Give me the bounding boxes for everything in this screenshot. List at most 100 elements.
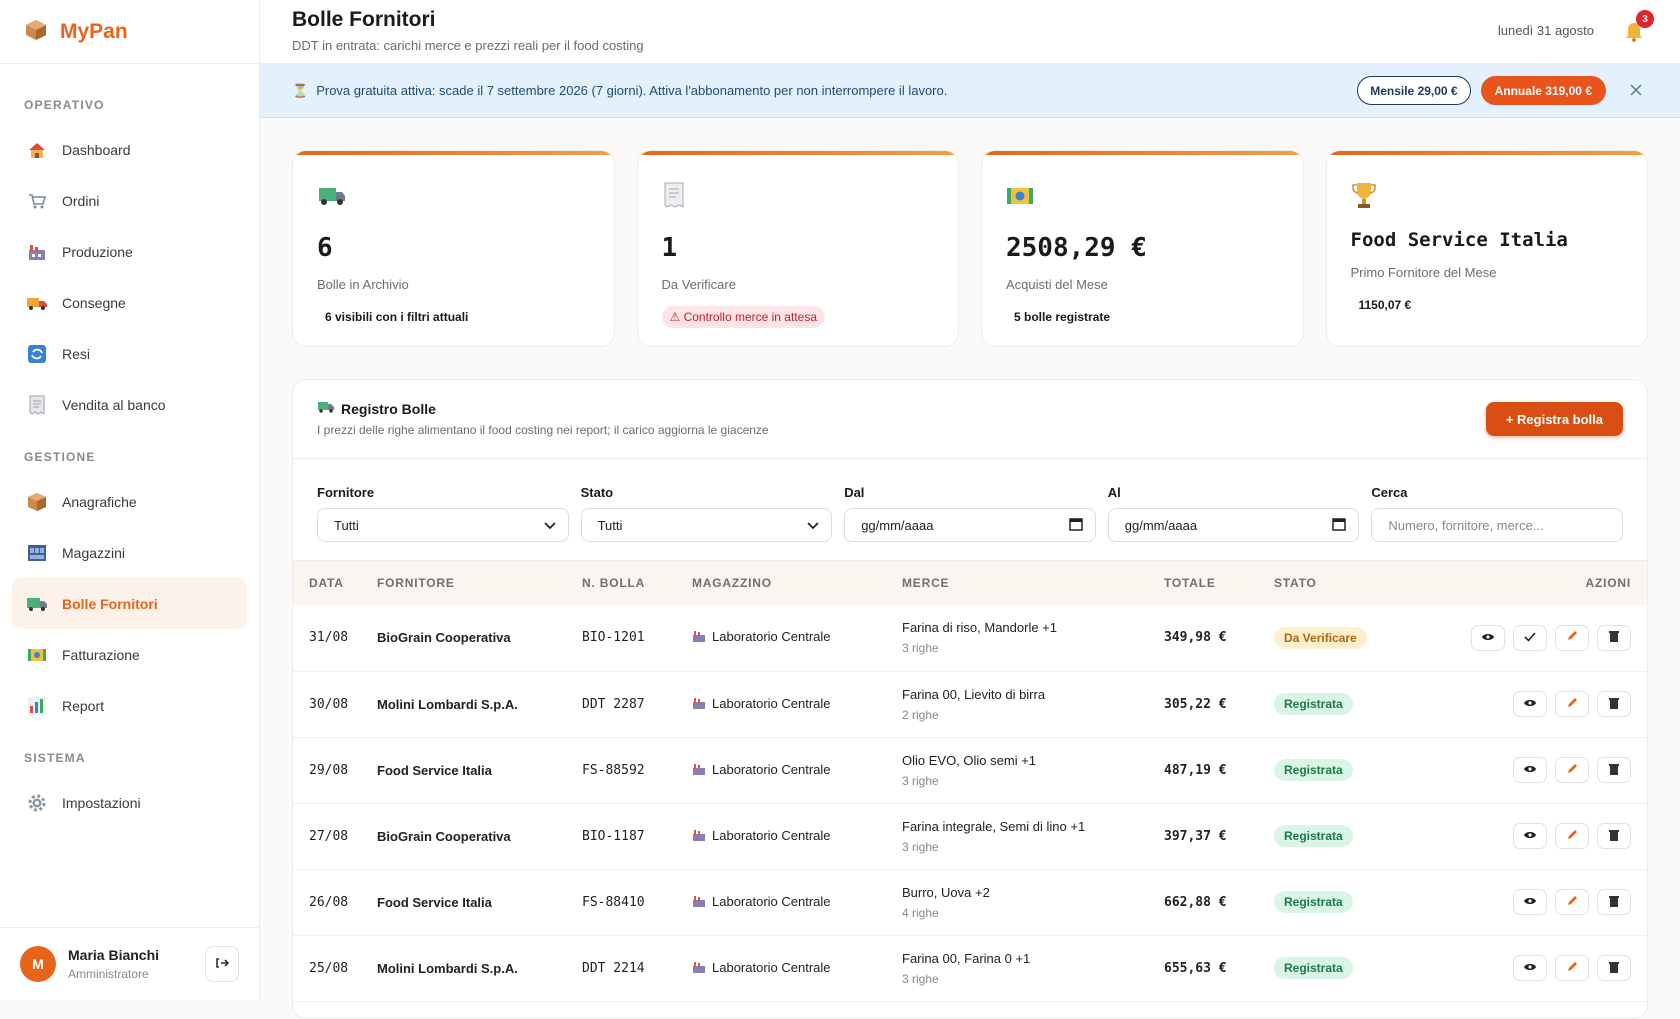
kpi-value: 1 [661, 233, 678, 263]
dal-date-input[interactable]: gg/mm/aaaa [844, 508, 1096, 542]
cell-actions [1454, 869, 1647, 936]
cell-supplier: BioGrain Cooperativa [377, 605, 582, 672]
sidebar-item-report[interactable]: Report [12, 680, 247, 731]
user-role: Amministratore [68, 967, 149, 981]
col-numero[interactable]: N. BOLLA [582, 561, 692, 605]
calendar-icon [1332, 517, 1347, 534]
goods-lines: 3 righe [902, 773, 939, 788]
date-placeholder: gg/mm/aaaa [1124, 517, 1198, 533]
cell-total: 349,98 € [1164, 605, 1274, 672]
house-icon [26, 139, 48, 161]
kpi-label: Bolle in Archivio [317, 277, 409, 292]
table-row[interactable]: 25/08 Molini Lombardi S.p.A. DDT 2214 La… [293, 935, 1647, 1002]
notifications-button[interactable]: 3 [1622, 10, 1654, 46]
edit-button[interactable] [1555, 691, 1589, 717]
kpi-acquisti-mese: 2508,29 € Acquisti del Mese 5 bolle regi… [981, 150, 1304, 347]
cell-status: Registrata [1274, 671, 1454, 738]
col-magazzino[interactable]: MAGAZZINO [692, 561, 902, 605]
close-banner-button[interactable] [1624, 79, 1648, 103]
chevron-down-icon [543, 518, 556, 533]
al-date-input[interactable]: gg/mm/aaaa [1107, 508, 1360, 542]
sidebar-item-ordini[interactable]: Ordini [12, 175, 247, 226]
cell-status: Registrata [1274, 737, 1454, 804]
brand[interactable]: MyPan [0, 0, 259, 64]
col-fornitore[interactable]: FORNITORE [377, 561, 582, 605]
goods-lines: 2 righe [902, 707, 939, 722]
col-stato[interactable]: STATO [1274, 561, 1454, 605]
col-totale[interactable]: TOTALE [1164, 561, 1274, 605]
col-merce[interactable]: MERCE [902, 561, 1164, 605]
chevron-down-icon [807, 518, 819, 533]
warehouse-icon [26, 542, 48, 564]
goods-text: Burro, Uova +2 [902, 884, 990, 900]
goods-text: Farina integrale, Semi di lino +1 [902, 818, 1086, 834]
page-subtitle: DDT in entrata: carichi merce e prezzi r… [292, 38, 644, 53]
col-data[interactable]: DATA [293, 561, 377, 605]
view-button[interactable] [1513, 757, 1547, 783]
table-row[interactable]: 29/08 Food Service Italia FS-88592 Labor… [293, 737, 1647, 804]
annual-plan-button[interactable]: Annuale 319,00 € [1480, 76, 1606, 105]
cell-actions [1454, 737, 1647, 804]
chart-icon [26, 695, 48, 717]
status-badge: Registrata [1274, 957, 1353, 979]
delete-button[interactable] [1597, 955, 1631, 981]
view-button[interactable] [1513, 691, 1547, 717]
view-button[interactable] [1471, 624, 1505, 651]
edit-button[interactable] [1555, 823, 1589, 849]
view-button[interactable] [1513, 955, 1547, 981]
delete-button[interactable] [1597, 823, 1631, 849]
cell-date: 25/08 [293, 935, 377, 1002]
delete-button[interactable] [1597, 624, 1631, 651]
goods-lines: 3 righe [902, 641, 939, 656]
sidebar-item-vendita[interactable]: Vendita al banco [12, 379, 247, 430]
sidebar-item-dashboard[interactable]: Dashboard [12, 124, 247, 175]
verify-button[interactable] [1513, 624, 1547, 651]
logout-button[interactable] [205, 946, 239, 982]
delete-button[interactable] [1597, 691, 1631, 717]
search-input[interactable]: Numero, fornitore, merce... [1371, 508, 1623, 542]
table-row[interactable]: 27/08 BioGrain Cooperativa BIO-1187 Labo… [293, 803, 1647, 870]
sidebar-item-label: Dashboard [62, 141, 131, 158]
sidebar-item-fatturazione[interactable]: Fatturazione [12, 629, 247, 680]
goods-text: Olio EVO, Olio semi +1 [902, 752, 1037, 768]
cell-total: 487,19 € [1164, 737, 1274, 804]
table-row[interactable]: 26/08 Food Service Italia FS-88410 Labor… [293, 869, 1647, 936]
add-bolla-button[interactable]: + Registra bolla [1485, 402, 1623, 436]
cell-goods: Farina 00, Farina 0 +1 3 righe [902, 935, 1164, 1002]
nav-section-operativo: OPERATIVO [24, 98, 105, 112]
truck-icon [26, 292, 48, 314]
edit-button[interactable] [1555, 624, 1589, 651]
edit-button[interactable] [1555, 889, 1589, 915]
edit-button[interactable] [1555, 955, 1589, 981]
stato-select[interactable]: Tutti [580, 508, 833, 542]
sidebar-item-consegne[interactable]: Consegne [12, 277, 247, 328]
delete-button[interactable] [1597, 757, 1631, 783]
goods-text: Farina 00, Farina 0 +1 [902, 950, 1031, 966]
sidebar-item-bolle-fornitori[interactable]: Bolle Fornitori [12, 578, 247, 629]
sidebar-item-impostazioni[interactable]: Impostazioni [12, 777, 247, 828]
main: Bolle Fornitori DDT in entrata: carichi … [260, 0, 1680, 1019]
notification-badge: 3 [1636, 10, 1654, 28]
cell-goods: Farina di riso, Mandorle +1 3 righe [902, 605, 1164, 672]
sidebar-item-label: Impostazioni [62, 794, 141, 811]
sidebar-item-anagrafiche[interactable]: Anagrafiche [12, 476, 247, 527]
cell-goods: Farina integrale, Semi di lino +1 3 righ… [902, 803, 1164, 870]
kpi-value: 2508,29 € [1006, 233, 1147, 263]
table-row[interactable]: 30/08 Molini Lombardi S.p.A. DDT 2287 La… [293, 671, 1647, 738]
view-button[interactable] [1513, 889, 1547, 915]
sidebar-item-magazzini[interactable]: Magazzini [12, 527, 247, 578]
view-button[interactable] [1513, 823, 1547, 849]
cart-icon [26, 190, 48, 212]
bolle-table: DATA FORNITORE N. BOLLA MAGAZZINO MERCE … [293, 561, 1647, 1002]
table-row[interactable]: 31/08 BioGrain Cooperativa BIO-1201 Labo… [293, 605, 1647, 672]
delete-button[interactable] [1597, 889, 1631, 915]
sidebar-item-label: Vendita al banco [62, 396, 166, 413]
edit-button[interactable] [1555, 757, 1589, 783]
fornitore-select[interactable]: Tutti [317, 508, 569, 542]
status-badge: Da Verificare [1274, 626, 1367, 649]
monthly-plan-button[interactable]: Mensile 29,00 € [1357, 76, 1471, 105]
cell-status: Da Verificare [1274, 605, 1454, 672]
cell-date: 29/08 [293, 737, 377, 804]
sidebar-item-produzione[interactable]: Produzione [12, 226, 247, 277]
sidebar-item-resi[interactable]: Resi [12, 328, 247, 379]
